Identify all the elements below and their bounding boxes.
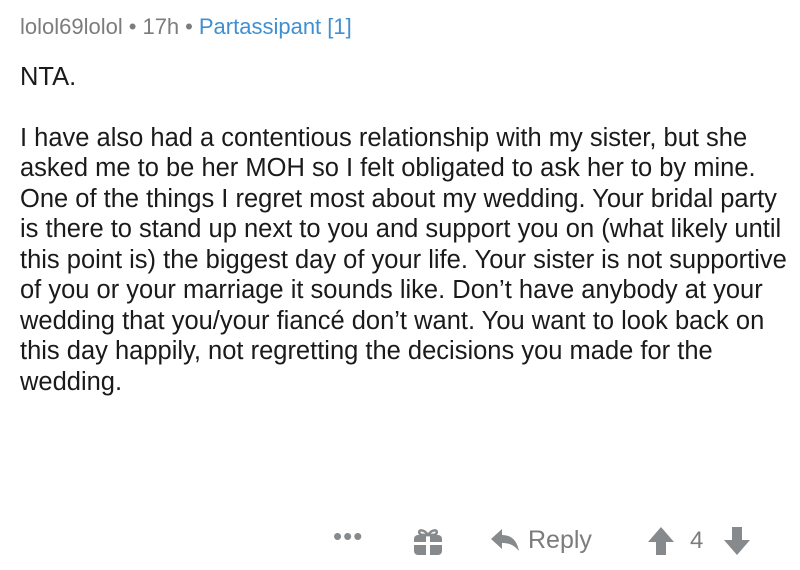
downvote-arrow-icon[interactable] <box>722 525 752 557</box>
comment-age: 17h <box>142 14 180 39</box>
gift-award-icon[interactable] <box>411 524 445 558</box>
comment-meta: lolol69lolol • 17h • Partassipant [1] <box>20 12 352 42</box>
upvote-arrow-icon[interactable] <box>646 525 676 557</box>
username-link[interactable]: lolol69lolol <box>20 14 123 39</box>
comment-paragraph-2: I have also had a contentious relationsh… <box>20 123 787 396</box>
reply-button[interactable]: Reply <box>490 522 592 558</box>
meta-separator-2: • <box>185 14 193 39</box>
reply-label: Reply <box>528 525 592 554</box>
comment-body: NTA. I have also had a contentious relat… <box>20 62 790 427</box>
vote-score: 4 <box>690 527 704 554</box>
meta-separator-1: • <box>128 14 137 39</box>
user-flair: Partassipant [1] <box>198 14 352 39</box>
more-options-icon[interactable]: ••• <box>333 523 363 549</box>
comment-paragraph-1: NTA. <box>20 63 77 91</box>
comment-actions: ••• Reply 4 <box>0 518 800 562</box>
reply-arrow-icon <box>491 529 519 551</box>
